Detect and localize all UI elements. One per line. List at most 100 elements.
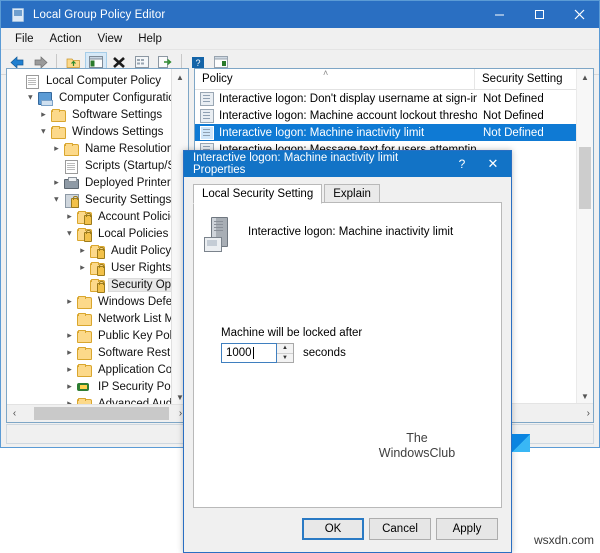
policy-row[interactable]: Interactive logon: Don't display usernam… [195,90,593,107]
policy-row[interactable]: Interactive logon: Machine inactivity li… [195,124,593,141]
expander-closed-icon[interactable]: ▸ [50,140,63,157]
tree-item-label: User Rights Assignment [111,261,172,274]
close-icon[interactable] [559,1,599,28]
document-icon [24,74,40,89]
tree-item-scripts-startup-shutdown[interactable]: Scripts (Startup/Shutdown) [7,157,172,174]
folder-lock-icon [76,210,92,225]
tree-scroll-left-icon[interactable]: ‹ [7,408,22,419]
expander-closed-icon[interactable]: ▸ [63,378,76,395]
tree-item-name-resolution-policy[interactable]: ▸ Name Resolution Policy [7,140,172,157]
tree-scroll-up-icon[interactable]: ▲ [172,69,188,85]
folder-icon [76,312,92,326]
column-header-policy[interactable]: Policy ˄ [195,69,475,89]
tree-item-application-control-policies[interactable]: ▸ Application Control Policies [7,361,172,378]
svg-text:?: ? [195,58,200,68]
cancel-button[interactable]: Cancel [369,518,431,540]
list-scroll-right-icon[interactable]: › [587,408,590,419]
list-scroll-down-icon[interactable]: ▼ [577,388,593,404]
machine-lock-field: 1000 ▲ ▼ seconds [221,343,346,363]
tree-item-network-list-manager-policies[interactable]: Network List Manager Policies [7,310,172,327]
tree-item-local-computer-policy[interactable]: Local Computer Policy [7,72,172,89]
expander-closed-icon[interactable]: ▸ [63,327,76,344]
expander-closed-icon[interactable]: ▸ [63,361,76,378]
tree-item-windows-defender-firewall[interactable]: ▸ Windows Defender Firewall [7,293,172,310]
tree-item-software-restriction-policies[interactable]: ▸ Software Restriction Policies [7,344,172,361]
tree-item-label: Windows Defender Firewall [98,295,172,308]
tree-item-label: Security Settings [85,193,172,206]
expander-open-icon[interactable]: ▸ [37,123,50,140]
tree-horizontal-scrollbar[interactable]: ‹ › [7,404,188,422]
maximize-icon[interactable] [519,1,559,28]
tree-item-windows-settings[interactable]: ▸ Windows Settings [7,123,172,140]
policy-name: Interactive logon: Machine account locko… [219,109,477,122]
expander-closed-icon[interactable]: ▸ [63,208,76,225]
menu-item-view[interactable]: View [90,31,131,47]
tree-item-label: Public Key Policies [98,329,172,342]
tree-item-label: IP Security Policies on Local Comp [98,380,172,393]
dialog-help-icon[interactable]: ? [449,157,475,171]
tree-item-local-policies[interactable]: ▸ Local Policies [7,225,172,242]
list-scroll-up-icon[interactable]: ▲ [577,69,593,85]
dialog-controls: ? ✕ [449,151,511,177]
inactivity-limit-value: 1000 [226,347,252,359]
brand-watermark-text: The WindowsClub [362,431,472,461]
dialog-close-icon[interactable]: ✕ [475,156,511,172]
computer-icon [37,91,53,106]
column-header-security-setting[interactable]: Security Setting [475,69,563,89]
spinner-down-icon[interactable]: ▼ [277,354,293,363]
tree-item-software-settings[interactable]: ▸ Software Settings [7,106,172,123]
tree-item-audit-policy[interactable]: ▸ Audit Policy [7,242,172,259]
console-tree[interactable]: Local Computer Policy ▸ Computer Configura… [7,69,172,405]
tree-hscroll-track[interactable] [22,405,173,422]
policy-document-icon [199,126,215,140]
menu-item-file[interactable]: File [7,31,42,47]
policy-name: Interactive logon: Don't display usernam… [219,92,477,105]
tab-local-security-setting[interactable]: Local Security Setting [193,184,323,204]
menu-item-help[interactable]: Help [130,31,170,47]
expander-closed-icon[interactable]: ▸ [76,259,89,276]
dialog-title: Interactive logon: Machine inactivity li… [193,152,399,176]
folder-lock-icon [76,227,92,242]
tree-item-account-policies[interactable]: ▸ Account Policies [7,208,172,225]
sort-ascending-icon: ˄ [323,68,329,78]
tree-item-label: Network List Manager Policies [98,312,172,325]
tree-item-deployed-printers[interactable]: ▸ Deployed Printers [7,174,172,191]
policy-list[interactable]: Interactive logon: Don't display usernam… [195,90,593,158]
expander-open-icon[interactable]: ▸ [50,191,63,208]
expander-closed-icon[interactable]: ▸ [63,293,76,310]
tree-item-label: Audit Policy [111,244,172,257]
script-icon [63,159,79,174]
ok-button[interactable]: OK [302,518,364,540]
policy-row[interactable]: Interactive logon: Machine account locko… [195,107,593,124]
expander-closed-icon[interactable]: ▸ [50,174,63,191]
tree-item-computer-configuration[interactable]: ▸ Computer Configuration [7,89,172,106]
expander-open-icon[interactable]: ▸ [63,225,76,242]
menu-item-action[interactable]: Action [42,31,90,47]
expander-closed-icon[interactable]: ▸ [76,242,89,259]
expander-closed-icon[interactable]: ▸ [37,106,50,123]
expander-none [76,276,89,293]
console-tree-pane: Local Computer Policy ▸ Computer Configura… [6,68,189,423]
tree-item-security-options[interactable]: Security Options [7,276,172,293]
expander-none [63,310,76,327]
policy-security-setting: Not Defined [483,109,544,122]
tree-item-ip-security-policies-on-local-comp[interactable]: ▸ IP Security Policies on Local Comp [7,378,172,395]
minimize-icon[interactable] [479,1,519,28]
inactivity-limit-spinner[interactable]: ▲ ▼ [277,343,294,363]
tree-item-public-key-policies[interactable]: ▸ Public Key Policies [7,327,172,344]
tree-item-user-rights-assignment[interactable]: ▸ User Rights Assignment [7,259,172,276]
apply-button[interactable]: Apply [436,518,498,540]
spinner-up-icon[interactable]: ▲ [277,344,293,354]
tree-item-label: Scripts (Startup/Shutdown) [85,159,172,172]
tree-item-security-settings[interactable]: ▸ Security Settings [7,191,172,208]
folder-lock-icon [89,244,105,259]
expander-closed-icon[interactable]: ▸ [63,344,76,361]
local-security-setting-panel: Interactive logon: Machine inactivity li… [193,202,530,508]
tree-hscroll-thumb[interactable] [34,407,169,420]
tab-explain[interactable]: Explain [324,184,380,203]
inactivity-limit-input[interactable]: 1000 [221,343,277,363]
list-vscroll-thumb[interactable] [579,147,591,209]
folder-icon [76,295,92,309]
list-vertical-scrollbar[interactable]: ▲ ▼ [576,69,593,404]
expander-open-icon[interactable]: ▸ [24,89,37,106]
